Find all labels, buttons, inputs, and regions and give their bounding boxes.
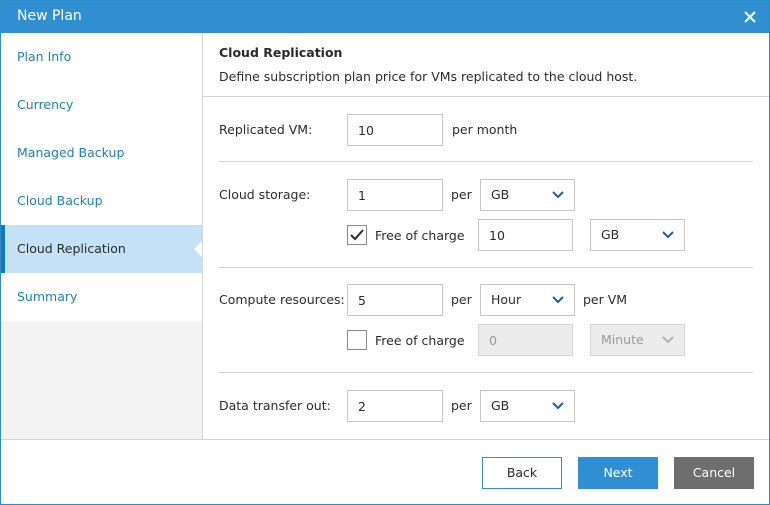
cloud-storage-free-label: Free of charge bbox=[375, 228, 465, 243]
step-label: Cloud Backup bbox=[17, 193, 103, 208]
compute-free-checkbox[interactable] bbox=[347, 330, 367, 350]
step-currency[interactable]: Currency bbox=[1, 81, 202, 129]
back-button[interactable]: Back bbox=[482, 457, 562, 489]
compute-resources-label: Compute resources: bbox=[219, 292, 345, 307]
compute-suffix: per VM bbox=[583, 292, 628, 307]
footer-divider bbox=[1, 439, 769, 440]
step-label: Currency bbox=[17, 97, 74, 112]
step-cloud-replication[interactable]: Cloud Replication bbox=[1, 225, 202, 273]
new-plan-dialog: New Plan Plan Info Currency Managed Back… bbox=[0, 0, 770, 505]
compute-resources-price-input[interactable] bbox=[347, 284, 443, 316]
step-label: Plan Info bbox=[17, 49, 72, 64]
step-plan-info[interactable]: Plan Info bbox=[1, 33, 202, 81]
step-label: Cloud Replication bbox=[17, 241, 126, 256]
compute-free-amount-input[interactable] bbox=[478, 324, 573, 356]
step-cloud-backup[interactable]: Cloud Backup bbox=[1, 177, 202, 225]
step-description: Define subscription plan price for VMs r… bbox=[219, 69, 638, 84]
section-divider bbox=[219, 161, 753, 162]
cloud-storage-label: Cloud storage: bbox=[219, 187, 311, 202]
chevron-down-icon bbox=[662, 231, 674, 239]
select-value: GB bbox=[601, 227, 620, 242]
section-divider bbox=[219, 372, 753, 373]
title-bar: New Plan bbox=[1, 1, 769, 33]
dialog-title: New Plan bbox=[17, 8, 82, 24]
step-label: Managed Backup bbox=[17, 145, 125, 160]
active-step-pointer bbox=[194, 241, 202, 257]
section-divider bbox=[219, 267, 753, 268]
cloud-storage-free-amount-input[interactable] bbox=[478, 219, 573, 251]
wizard-steps: Plan Info Currency Managed Backup Cloud … bbox=[1, 33, 202, 439]
cloud-storage-free-checkbox[interactable] bbox=[347, 225, 367, 245]
replicated-vm-price-input[interactable] bbox=[347, 114, 443, 146]
step-header: Cloud Replication Define subscription pl… bbox=[203, 33, 769, 97]
chevron-down-icon bbox=[552, 402, 564, 410]
select-value: GB bbox=[491, 398, 510, 413]
cloud-storage-price-input[interactable] bbox=[347, 179, 443, 211]
data-transfer-price-input[interactable] bbox=[347, 390, 443, 422]
compute-free-label: Free of charge bbox=[375, 333, 465, 348]
select-value: Minute bbox=[601, 332, 644, 347]
cancel-button[interactable]: Cancel bbox=[674, 457, 754, 489]
chevron-down-icon bbox=[552, 296, 564, 304]
chevron-down-icon bbox=[552, 191, 564, 199]
data-transfer-unit-select[interactable]: GB bbox=[480, 390, 575, 422]
next-button[interactable]: Next bbox=[578, 457, 658, 489]
step-title: Cloud Replication bbox=[219, 45, 343, 60]
checkmark-icon bbox=[350, 229, 364, 241]
select-value: Hour bbox=[491, 292, 522, 307]
replicated-vm-label: Replicated VM: bbox=[219, 122, 313, 137]
step-summary[interactable]: Summary bbox=[1, 273, 202, 321]
step-label: Summary bbox=[17, 289, 78, 304]
chevron-down-icon bbox=[662, 336, 674, 344]
cloud-storage-unit-select[interactable]: GB bbox=[480, 179, 575, 211]
compute-unit-select[interactable]: Hour bbox=[480, 284, 575, 316]
step-managed-backup[interactable]: Managed Backup bbox=[1, 129, 202, 177]
compute-per-label: per bbox=[451, 292, 472, 307]
compute-free-unit-select[interactable]: Minute bbox=[590, 324, 685, 356]
select-value: GB bbox=[491, 187, 510, 202]
cloud-storage-free-unit-select[interactable]: GB bbox=[590, 219, 685, 251]
data-transfer-per-label: per bbox=[451, 398, 472, 413]
data-transfer-label: Data transfer out: bbox=[219, 398, 331, 413]
replicated-vm-suffix: per month bbox=[452, 122, 518, 137]
cloud-storage-per-label: per bbox=[451, 187, 472, 202]
close-icon[interactable] bbox=[741, 8, 759, 26]
